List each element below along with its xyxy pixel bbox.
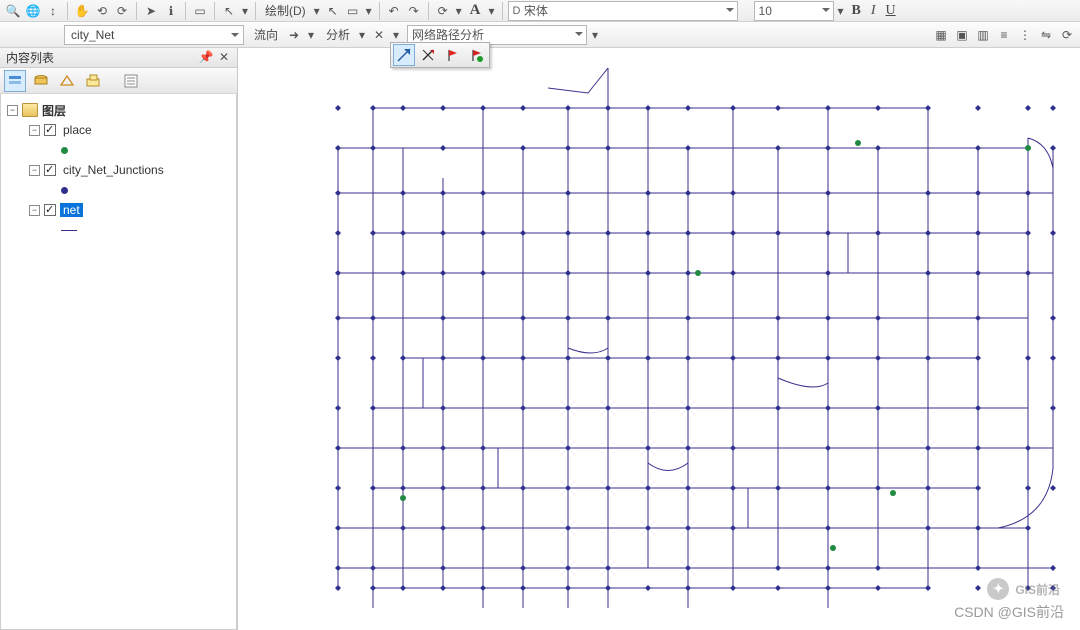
flowdir-icon[interactable]: ➜ <box>285 26 303 44</box>
remove-flag-tool[interactable] <box>417 44 439 66</box>
toc-panel: 内容列表 📌 ✕ − 图层 <box>0 48 238 630</box>
underline-button[interactable]: U <box>882 3 900 19</box>
network-flag-tool[interactable] <box>393 44 415 66</box>
list-by-source-icon[interactable] <box>30 70 52 92</box>
toolbar-sep <box>67 2 68 20</box>
toc-view-toolbar <box>0 68 237 94</box>
toc-title: 内容列表 <box>6 49 54 66</box>
dropdown-icon[interactable]: ▾ <box>487 2 497 20</box>
collapse-icon[interactable]: − <box>29 165 40 176</box>
toolbar-sep <box>214 2 215 20</box>
rotate-icon[interactable]: ⟳ <box>1058 26 1076 44</box>
network-layer-combo[interactable]: city_Net <box>64 25 244 45</box>
watermark-wechat: ✦ GIS前沿 <box>987 578 1060 600</box>
green-flag-tool[interactable] <box>465 44 487 66</box>
layer-place[interactable]: place <box>60 123 95 137</box>
network-path-value: 网络路径分析 <box>412 26 484 43</box>
text-tool-icon[interactable]: A <box>466 2 485 19</box>
collapse-icon[interactable]: − <box>29 125 40 136</box>
toolbar-sep <box>255 2 256 20</box>
toc-header: 内容列表 📌 ✕ <box>0 48 237 68</box>
dropdown-icon[interactable]: ▾ <box>240 2 250 20</box>
close-icon[interactable]: ✕ <box>217 50 231 64</box>
identify-icon[interactable]: ℹ <box>162 2 180 20</box>
floating-tool-palette[interactable] <box>390 42 490 68</box>
list-by-selection-icon[interactable] <box>82 70 104 92</box>
fontsize-value: 10 <box>759 4 772 18</box>
align-icon[interactable]: ▦ <box>932 26 950 44</box>
pointer-icon[interactable]: ↖ <box>324 2 342 20</box>
bold-button[interactable]: B <box>848 3 865 19</box>
distribute-v-icon[interactable]: ⋮ <box>1016 26 1034 44</box>
layer-checkbox[interactable] <box>44 204 56 216</box>
pin-icon[interactable]: 📌 <box>199 50 213 64</box>
next-extent-icon[interactable]: ⟳ <box>113 2 131 20</box>
zoomout-icon[interactable]: 🔍 <box>4 2 22 20</box>
point-symbol-icon <box>61 187 68 194</box>
line-symbol-icon <box>61 230 77 231</box>
network-graphic <box>238 48 1080 630</box>
redo-icon[interactable]: ↷ <box>405 2 423 20</box>
flip-icon[interactable]: ⇋ <box>1037 26 1055 44</box>
select-cursor-icon[interactable]: ➤ <box>142 2 160 20</box>
layer-checkbox[interactable] <box>44 124 56 136</box>
draw-label[interactable]: 绘制(D) <box>261 2 310 19</box>
font-placeholder: 宋体 <box>524 2 548 19</box>
dataframe-icon <box>22 103 38 117</box>
distribute-icon[interactable]: ≡ <box>995 26 1013 44</box>
root-layer-label[interactable]: 图层 <box>42 102 66 119</box>
toolbar-main-row1: 🔍 🌐 ↕ ✋ ⟲ ⟳ ➤ ℹ ▭ ↖ ▾ 绘制(D) ▾ ↖ ▭ ▾ ↶ ↷ … <box>0 0 1080 22</box>
collapse-icon[interactable]: − <box>29 205 40 216</box>
toolbar-sep <box>185 2 186 20</box>
trace-tool-icon[interactable]: ✕ <box>370 26 388 44</box>
point-symbol-icon <box>61 147 68 154</box>
layer-junctions[interactable]: city_Net_Junctions <box>60 163 167 177</box>
pan-icon[interactable]: ✋ <box>73 2 91 20</box>
layer-checkbox[interactable] <box>44 164 56 176</box>
red-flag-tool[interactable] <box>441 44 463 66</box>
dropdown-icon[interactable]: ▾ <box>306 26 316 44</box>
watermark-csdn: CSDN @GIS前沿 <box>954 602 1064 622</box>
network-layer-value: city_Net <box>71 28 114 42</box>
dropdown-icon[interactable]: ▾ <box>364 2 374 20</box>
list-by-drawing-order-icon[interactable] <box>4 70 26 92</box>
toc-tree[interactable]: − 图层 − place − city_Net_Junctions − <box>0 94 237 630</box>
toolbar-main-row2: city_Net 流向 ➜ ▾ 分析 ▾ ✕ ▾ 网络路径分析 ▾ ▦ ▣ ▥ … <box>0 22 1080 48</box>
toolbar-sep <box>136 2 137 20</box>
prev-extent-icon[interactable]: ⟲ <box>93 2 111 20</box>
dropdown-icon[interactable]: ▾ <box>454 2 464 20</box>
dropdown-icon[interactable]: ▾ <box>590 26 600 44</box>
flow-label[interactable]: 流向 <box>250 26 282 43</box>
fixed-zoomin-icon[interactable]: ↕ <box>44 2 62 20</box>
analysis-label[interactable]: 分析 <box>322 26 354 43</box>
undo-icon[interactable]: ↶ <box>385 2 403 20</box>
toolbar-sep <box>379 2 380 20</box>
layer-net[interactable]: net <box>60 203 83 217</box>
wechat-icon: ✦ <box>987 578 1009 600</box>
dropdown-icon[interactable]: ▾ <box>357 26 367 44</box>
rotate-icon[interactable]: ⟳ <box>434 2 452 20</box>
group-icon[interactable]: ▣ <box>953 26 971 44</box>
font-combo[interactable]: D 宋体 <box>508 1 738 21</box>
shape-rect-icon[interactable]: ▭ <box>344 2 362 20</box>
dropdown-icon[interactable]: ▾ <box>391 26 401 44</box>
map-viewport[interactable] <box>238 48 1080 630</box>
list-by-visibility-icon[interactable] <box>56 70 78 92</box>
toolbar-sep <box>428 2 429 20</box>
toolbar-sep <box>502 2 503 20</box>
dropdown-icon[interactable]: ▾ <box>836 2 846 20</box>
pointer-icon[interactable]: ↖ <box>220 2 238 20</box>
italic-button[interactable]: I <box>867 3 880 19</box>
options-icon[interactable] <box>120 70 142 92</box>
fontsize-combo[interactable]: 10 <box>754 1 834 21</box>
select-icon[interactable]: ▭ <box>191 2 209 20</box>
ungroup-icon[interactable]: ▥ <box>974 26 992 44</box>
collapse-icon[interactable]: − <box>7 105 18 116</box>
fullextent-icon[interactable]: 🌐 <box>24 2 42 20</box>
dropdown-icon[interactable]: ▾ <box>312 2 322 20</box>
